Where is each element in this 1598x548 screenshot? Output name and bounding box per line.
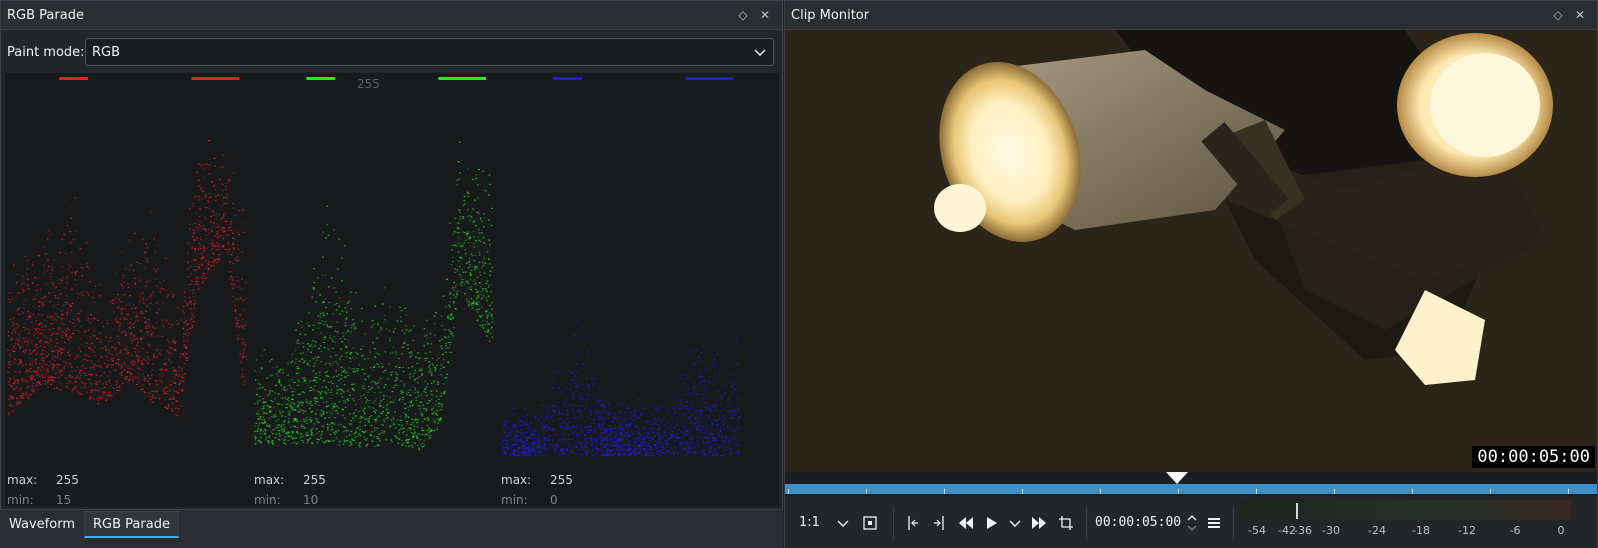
audio-meter-label: -54 bbox=[1248, 524, 1266, 537]
ruler-tick bbox=[1412, 489, 1413, 494]
blue-min-value: 0 bbox=[550, 493, 558, 507]
audio-meter-bar bbox=[1241, 500, 1571, 520]
timecode-spinner-icon[interactable] bbox=[1183, 509, 1201, 537]
green-clip-mark bbox=[438, 77, 487, 80]
red-max-value: 255 bbox=[56, 473, 79, 487]
rewind-icon[interactable] bbox=[952, 509, 980, 537]
timeline-ruler[interactable] bbox=[785, 472, 1597, 496]
rgb-parade-titlebar: RGB Parade ◇ ✕ bbox=[1, 1, 782, 30]
green-max-label: max: bbox=[254, 473, 285, 487]
blue-clip-mark bbox=[685, 77, 734, 80]
video-timecode-overlay: 00:00:05:00 bbox=[1472, 446, 1595, 468]
toolbar-separator bbox=[1233, 506, 1235, 539]
video-frame[interactable]: 00:00:05:00 bbox=[785, 30, 1597, 472]
zoom-level[interactable]: 1:1 bbox=[799, 509, 833, 537]
clip-monitor-panel: Clip Monitor ◇ ✕ 00:00:05:00 1:1 00:00:0… bbox=[784, 0, 1598, 548]
audio-meter-label: -12 bbox=[1458, 524, 1476, 537]
timecode-field[interactable]: 00:00:05:00 bbox=[1093, 509, 1183, 537]
red-max-label: max: bbox=[7, 473, 38, 487]
paint-mode-value: RGB bbox=[92, 44, 121, 60]
red-clip-mark bbox=[191, 77, 240, 80]
green-clip-mark bbox=[306, 77, 335, 80]
fast-forward-icon[interactable] bbox=[1026, 509, 1052, 537]
rgb-parade-scope: 255 max: 255 min: 15 max: 255 min: 10 ma… bbox=[5, 73, 779, 507]
blue-max-label: max: bbox=[501, 473, 532, 487]
fit-frame-icon[interactable] bbox=[853, 509, 887, 537]
ruler-bar[interactable] bbox=[785, 484, 1597, 494]
blue-min-label: min: bbox=[501, 493, 528, 507]
ruler-tick bbox=[866, 489, 867, 494]
ruler-tick bbox=[1490, 489, 1491, 494]
video-image bbox=[785, 30, 1597, 472]
parade-graph bbox=[7, 77, 741, 457]
panel-title: RGB Parade bbox=[7, 7, 84, 23]
menu-icon[interactable] bbox=[1201, 509, 1227, 537]
toolbar-separator bbox=[1086, 506, 1087, 539]
audio-meter-label: -18 bbox=[1412, 524, 1430, 537]
set-out-icon[interactable] bbox=[926, 509, 952, 537]
set-in-icon[interactable] bbox=[900, 509, 926, 537]
ruler-tick bbox=[1334, 489, 1335, 494]
green-channel-trace bbox=[254, 77, 494, 451]
blue-clip-mark bbox=[553, 77, 582, 80]
close-icon[interactable]: ✕ bbox=[754, 8, 776, 22]
ruler-tick bbox=[1022, 489, 1023, 494]
chevron-down-icon[interactable] bbox=[833, 509, 853, 537]
paint-mode-row: Paint mode: RGB bbox=[7, 38, 774, 66]
red-min-label: min: bbox=[7, 493, 34, 507]
green-max-value: 255 bbox=[303, 473, 326, 487]
paint-mode-label: Paint mode: bbox=[7, 44, 85, 60]
close-icon[interactable]: ✕ bbox=[1569, 8, 1591, 22]
diamond-icon[interactable]: ◇ bbox=[732, 8, 754, 22]
diamond-icon[interactable]: ◇ bbox=[1547, 8, 1569, 22]
ruler-tick bbox=[788, 489, 789, 494]
tab-waveform[interactable]: Waveform bbox=[0, 511, 84, 538]
chevron-down-icon bbox=[754, 49, 766, 56]
audio-meter-label: -24 bbox=[1368, 524, 1386, 537]
rgb-parade-panel: RGB Parade ◇ ✕ Paint mode: RGB 255 max: … bbox=[0, 0, 783, 510]
panel-title: Clip Monitor bbox=[791, 7, 870, 23]
ruler-tick bbox=[1178, 489, 1179, 494]
red-min-value: 15 bbox=[56, 493, 72, 507]
paint-mode-select[interactable]: RGB bbox=[85, 38, 774, 66]
red-channel-trace bbox=[7, 77, 247, 417]
toolbar-separator bbox=[893, 506, 894, 539]
audio-meter-label: -6 bbox=[1509, 524, 1521, 537]
blue-max-value: 255 bbox=[550, 473, 573, 487]
blue-channel-trace bbox=[501, 77, 741, 457]
ruler-tick bbox=[1100, 489, 1101, 494]
red-clip-mark bbox=[59, 77, 88, 80]
audio-meter: -54 -42 -36 -30 -24 -18 -12 -6 0 bbox=[1241, 500, 1571, 544]
audio-meter-label: -30 bbox=[1322, 524, 1340, 537]
audio-meter-label: 0 bbox=[1557, 524, 1565, 537]
playhead-marker[interactable] bbox=[1166, 472, 1188, 484]
crop-icon[interactable] bbox=[1052, 509, 1080, 537]
ruler-tick bbox=[944, 489, 945, 494]
monitor-toolbar: 1:1 00:00:05:00 -54 -42 -36 -30 -24 -18 … bbox=[785, 496, 1597, 548]
scale-255-label: 255 bbox=[357, 77, 380, 91]
green-min-value: 10 bbox=[303, 493, 319, 507]
ruler-tick bbox=[1256, 489, 1257, 494]
clip-monitor-titlebar: Clip Monitor ◇ ✕ bbox=[785, 1, 1597, 30]
ruler-tick bbox=[1568, 489, 1569, 494]
green-min-label: min: bbox=[254, 493, 281, 507]
play-icon[interactable] bbox=[980, 509, 1004, 537]
scope-tabbar: Waveform RGB Parade bbox=[0, 510, 783, 548]
audio-meter-peak bbox=[1296, 503, 1298, 519]
tab-rgb-parade[interactable]: RGB Parade bbox=[84, 511, 179, 538]
play-options-icon[interactable] bbox=[1004, 509, 1026, 537]
audio-meter-label: -36 bbox=[1294, 524, 1312, 537]
